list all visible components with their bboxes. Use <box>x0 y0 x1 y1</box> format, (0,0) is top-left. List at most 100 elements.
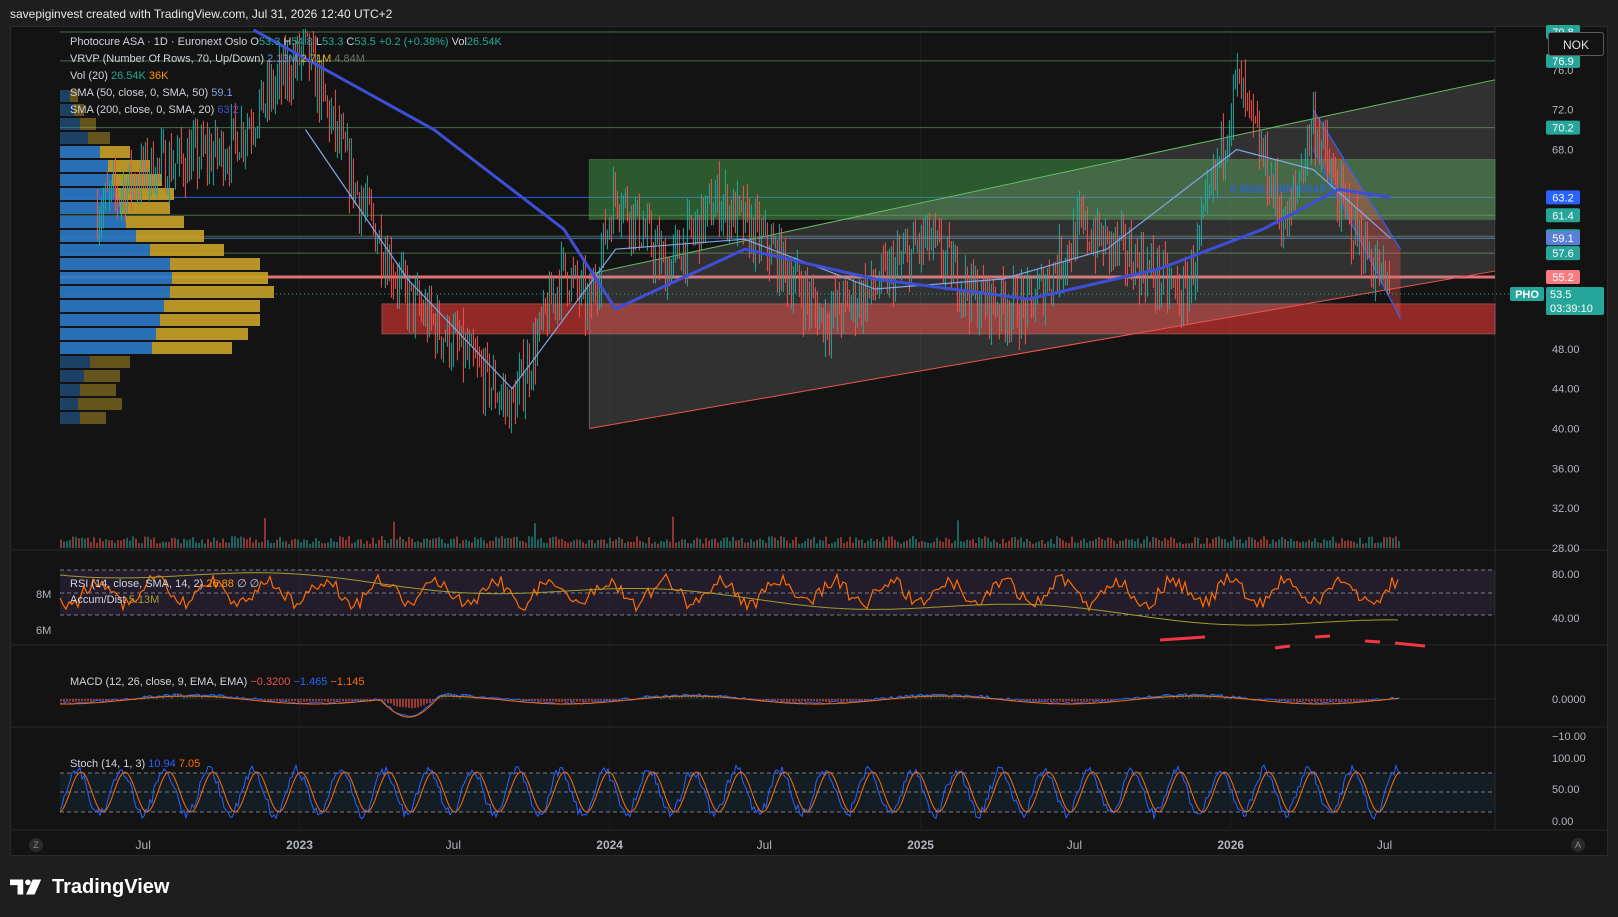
macd-histogram-bar <box>849 699 851 702</box>
volume-bar <box>306 539 308 548</box>
volume-bar <box>567 542 569 548</box>
volume-bar <box>783 537 785 548</box>
macd-histogram-bar <box>1089 699 1091 702</box>
last-price-label: 53.5 <box>1550 289 1571 301</box>
volume-bar <box>84 538 86 548</box>
volume-bar <box>726 537 728 548</box>
vrvp-up-bar <box>60 90 70 102</box>
volume-bar <box>642 541 644 548</box>
volume-bar <box>1221 538 1223 548</box>
volume-bar <box>693 539 695 548</box>
volume-bar <box>1353 541 1355 548</box>
macd-histogram-bar <box>414 699 416 708</box>
volume-bar <box>654 541 656 548</box>
legend-vrvp: VRVP (Number Of Rows, 70, Up/Down) 2.13M… <box>70 53 365 65</box>
volume-bar <box>1395 536 1397 548</box>
price-tick-label: 36.00 <box>1552 463 1580 475</box>
legend-part: Stoch (14, 1, 3) <box>70 758 148 770</box>
macd-histogram-bar <box>75 699 77 702</box>
macd-histogram-bar <box>393 699 395 706</box>
macd-histogram-bar <box>789 699 791 701</box>
chart-canvas[interactable]: 0.892615498365497576.072.068.048.0044.00… <box>0 0 1618 917</box>
legend-stoch: Stoch (14, 1, 3) 10.94 7.05 <box>70 758 200 770</box>
vrvp-down-bar <box>80 118 96 130</box>
vrvp-down-bar <box>126 216 184 228</box>
volume-bar <box>1113 540 1115 548</box>
volume-bar <box>1224 539 1226 548</box>
volume-bar <box>1320 542 1322 548</box>
volume-bar <box>1242 543 1244 548</box>
volume-bar <box>276 539 278 548</box>
legend-part: H <box>283 36 291 48</box>
volume-bar <box>375 543 377 548</box>
volume-bar <box>315 538 317 548</box>
legend-part: 26.88 <box>206 578 237 590</box>
volume-bar <box>1017 539 1019 548</box>
macd-histogram-bar <box>330 699 332 702</box>
volume-bar <box>102 541 104 548</box>
volume-bar <box>549 537 551 548</box>
volume-bar <box>222 538 224 548</box>
volume-bar <box>792 539 794 548</box>
volume-bar <box>162 541 164 548</box>
macd-histogram-bar <box>81 699 83 702</box>
volume-bar <box>138 542 140 548</box>
macd-histogram-bar <box>1398 697 1400 699</box>
macd-histogram-bar <box>1350 699 1352 702</box>
volume-bar <box>942 542 944 548</box>
volume-bar <box>585 543 587 548</box>
volume-bar <box>318 540 320 548</box>
volume-bar <box>1329 540 1331 548</box>
macd-histogram-bar <box>561 699 563 703</box>
zoom-button[interactable]: Z <box>29 838 43 852</box>
volume-bar <box>1125 538 1127 548</box>
volume-bar <box>723 537 725 548</box>
volume-bar <box>477 538 479 548</box>
currency-button[interactable]: NOK <box>1548 32 1604 56</box>
volume-bar <box>1230 540 1232 548</box>
volume-bar <box>936 537 938 548</box>
auto-scale-button[interactable]: A <box>1571 838 1585 852</box>
stoch-tick-label: 0.00 <box>1552 816 1573 828</box>
macd-histogram-bar <box>318 699 320 702</box>
macd-histogram-bar <box>387 699 389 704</box>
macd-histogram-bar <box>840 699 842 702</box>
macd-histogram-bar <box>783 699 785 701</box>
volume-bar <box>957 520 959 548</box>
macd-histogram-bar <box>420 699 422 707</box>
volume-bar <box>201 539 203 548</box>
time-tick-label: 2026 <box>1217 838 1244 852</box>
macd-histogram-bar <box>1083 699 1085 702</box>
macd-histogram-bar <box>1326 699 1328 702</box>
vrvp-up-bar <box>60 146 100 158</box>
volume-bar <box>888 536 890 548</box>
legend-part: C <box>346 36 354 48</box>
volume-bar <box>681 539 683 548</box>
macd-histogram-bar <box>834 699 836 701</box>
volume-bar <box>420 542 422 548</box>
volume-bar <box>402 539 404 548</box>
volume-bar <box>1311 541 1313 548</box>
volume-bar <box>984 536 986 548</box>
footer-brand: TradingView <box>52 875 170 898</box>
volume-bar <box>987 537 989 548</box>
volume-bar <box>165 542 167 548</box>
volume-bar <box>1317 542 1319 548</box>
volume-bar <box>1149 541 1151 548</box>
volume-bar <box>408 536 410 548</box>
volume-bar <box>639 540 641 548</box>
legend-part: 53.5 <box>354 36 378 48</box>
volume-bar <box>1179 542 1181 548</box>
volume-bar <box>897 541 899 548</box>
volume-bar <box>294 538 296 548</box>
macd-histogram-bar <box>417 699 419 708</box>
volume-bar <box>657 543 659 548</box>
volume-bar <box>1158 539 1160 548</box>
volume-bar <box>828 543 830 548</box>
volume-bar <box>1272 539 1274 548</box>
legend-sma50: SMA (50, close, 0, SMA, 50) 59.1 <box>70 87 233 99</box>
volume-bar <box>714 538 716 548</box>
macd-histogram-bar <box>1290 699 1292 701</box>
volume-bar <box>456 536 458 548</box>
volume-bar <box>804 541 806 548</box>
